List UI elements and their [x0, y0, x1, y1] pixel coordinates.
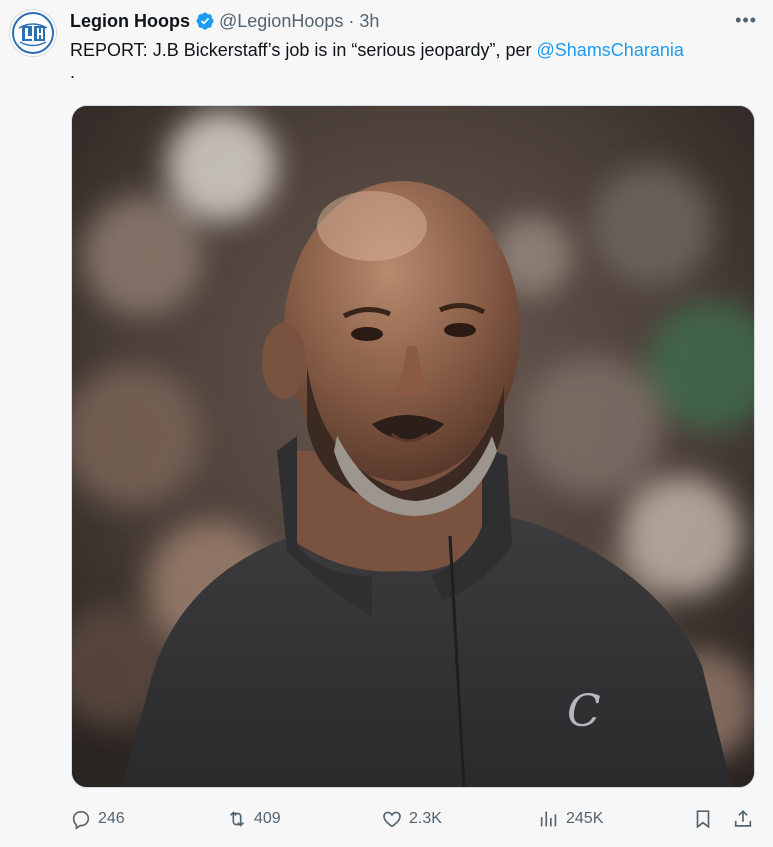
tweet-text-trailing: . — [70, 62, 76, 82]
legion-hoops-logo — [12, 12, 54, 54]
reply-count: 246 — [98, 810, 125, 827]
author-handle[interactable]: @LegionHoops — [219, 11, 343, 32]
retweet-icon — [229, 811, 245, 827]
more-options-icon[interactable]: ••• — [735, 9, 757, 31]
like-count: 2.3K — [409, 810, 442, 827]
heart-icon — [383, 811, 401, 828]
retweet-count: 409 — [254, 810, 281, 827]
separator-dot: · — [348, 10, 355, 31]
tweet-header: Legion Hoops @LegionHoops · 3h ••• — [70, 9, 757, 33]
avatar[interactable] — [9, 9, 57, 57]
action-bar: 246 409 2.3K 245K — [70, 805, 760, 833]
share-button[interactable] — [732, 805, 760, 833]
like-button[interactable]: 2.3K — [381, 805, 442, 833]
bookmark-icon — [696, 810, 710, 829]
share-icon — [734, 810, 752, 827]
verified-badge-icon — [196, 12, 214, 30]
retweet-button[interactable]: 409 — [226, 805, 281, 833]
mention-link[interactable]: @ShamsCharania — [537, 40, 684, 60]
tweet-timestamp[interactable]: 3h — [359, 11, 379, 32]
reply-button[interactable]: 246 — [70, 805, 125, 833]
coach-photo: C — [72, 106, 754, 787]
tweet-text-body: REPORT: J.B Bickerstaff’s job is in “ser… — [70, 40, 537, 60]
tweet-photo[interactable]: C — [71, 105, 755, 788]
tweet-text: REPORT: J.B Bickerstaff’s job is in “ser… — [70, 38, 757, 82]
cavaliers-logo: C — [567, 686, 601, 737]
views-count: 245K — [566, 810, 604, 827]
bookmark-button[interactable] — [692, 805, 720, 833]
views-chart-icon — [540, 811, 557, 827]
author-name[interactable]: Legion Hoops — [70, 11, 190, 32]
views-button[interactable]: 245K — [538, 805, 603, 833]
reply-icon — [72, 811, 90, 830]
